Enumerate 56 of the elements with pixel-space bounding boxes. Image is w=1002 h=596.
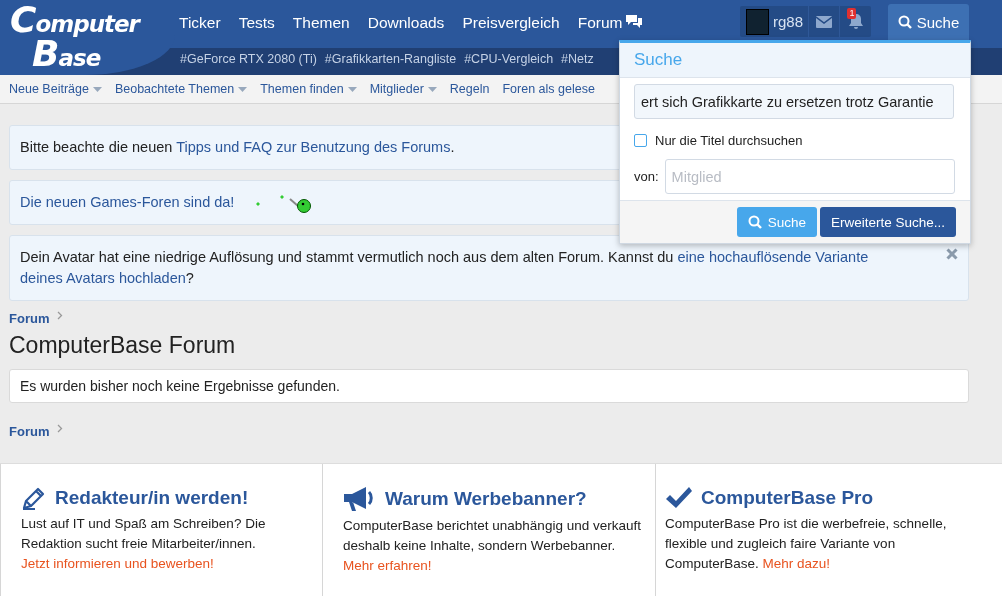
advanced-search-button[interactable]: Erweiterte Suche... [819, 207, 956, 237]
username[interactable]: rg88 [772, 13, 808, 30]
subnav-link[interactable]: Beobachtete Themen [114, 82, 248, 96]
nav-link[interactable]: Themen [283, 14, 359, 32]
subnav-link[interactable]: Foren als gelese [502, 82, 595, 96]
subnav-link[interactable]: Themen finden [260, 82, 357, 96]
logo-text: Base [31, 36, 101, 72]
footer-heading: Warum Werbebanner? [385, 488, 587, 510]
footer-link[interactable]: Mehr erfahren! [343, 558, 432, 573]
field-label: von: [634, 169, 659, 184]
notification-badge: 1 [847, 8, 857, 19]
checkbox-label[interactable]: Nur die Titel durchsuchen [655, 133, 803, 148]
checkmark-icon [665, 486, 693, 510]
notice-link[interactable]: deines Avatars hochladen [20, 270, 186, 286]
checkbox[interactable] [634, 134, 647, 147]
empty-results-message: Es wurden bisher noch keine Ergebnisse gefunden. [9, 369, 969, 403]
member-input[interactable]: Mitglied [664, 159, 955, 194]
footer-link[interactable]: Jetzt informieren und bewerben! [21, 556, 214, 571]
notice-link[interactable]: eine hochauflösende Variante [677, 249, 869, 265]
search-icon [897, 15, 912, 29]
footer-heading: Redakteur/in werden! [55, 487, 249, 509]
avatar-image[interactable] [746, 8, 769, 35]
search-icon [747, 215, 762, 229]
popup-title: Suche [620, 43, 970, 78]
chat-icon [624, 14, 643, 30]
chevron-icon [57, 424, 64, 433]
notice-text: Bitte beachte die neuen Tipps und FAQ zur Benutzung des Forums. [20, 138, 455, 157]
footer-text: ComputerBase berichtet unabhängig und verkauft deshalb keine Inhalte, sondern Werbebanner. Mehr erfahren! [343, 517, 642, 575]
breadcrumb-link[interactable]: Forum [9, 424, 50, 439]
subnav-link[interactable]: Mitglieder [369, 82, 437, 96]
hashtag-link[interactable]: #Netz [561, 52, 594, 66]
footer-heading: ComputerBase Pro [701, 487, 874, 509]
nav-link[interactable]: Tests [229, 14, 284, 32]
footer-text: ComputerBase Pro ist die werbefreie, schnelle, flexible und zugleich faire Variante von ComputerBase. Mehr dazu! [665, 515, 948, 573]
nav-link[interactable]: Forum [568, 14, 652, 32]
breadcrumb-link[interactable]: Forum [9, 311, 50, 326]
nav-link[interactable]: Preisvergleich [453, 14, 569, 32]
mail-icon[interactable] [816, 15, 833, 28]
hashtag-link[interactable]: #CPU-Vergleich [464, 52, 554, 66]
page-title: ComputerBase Forum [9, 332, 237, 359]
footer-link[interactable]: Mehr dazu! [762, 556, 831, 571]
hashtag-link[interactable]: #Grafikkarten-Rangliste [324, 52, 457, 66]
chevron-icon [57, 311, 64, 320]
search-input[interactable]: ert sich Grafikkarte zu ersetzen trotz Garantie [634, 84, 954, 119]
pencil-icon [21, 486, 47, 510]
subnav-link[interactable]: Regeln [449, 82, 490, 96]
subnav-link[interactable]: Neue Beiträge [9, 82, 102, 96]
notice-text: Dein Avatar hat eine niedrige Auflösung und stammt vermutlich noch aus dem alten Forum. Kannst du eine hochauflösende Variante deines Avatars hochladen? [20, 248, 870, 288]
hashtag-link[interactable]: #GeForce RTX 2080 (Ti) [180, 52, 317, 66]
search-button[interactable]: Suche [888, 4, 969, 40]
close-icon[interactable] [946, 248, 958, 260]
footer-text: Lust auf IT und Spaß am Schreiben? Die Redaktion sucht freie Mitarbeiter/innen. Jetzt informieren und bewerben! [21, 515, 267, 573]
nav-link[interactable]: Downloads [358, 14, 454, 32]
notice-link[interactable]: Die neuen Games-Foren sind da! [20, 194, 235, 210]
logo-text: Computer [10, 2, 142, 38]
notice-link[interactable]: Tipps und FAQ zur Benutzung des Forums [176, 139, 451, 155]
